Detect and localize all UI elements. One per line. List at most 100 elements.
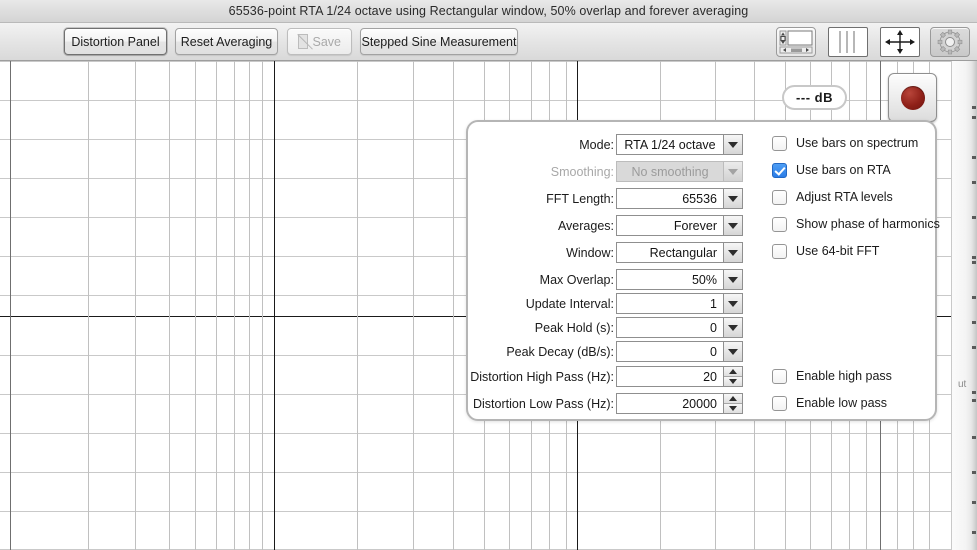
setting-label-window: Window:	[566, 245, 614, 260]
strip-tick	[972, 256, 976, 259]
strip-tick	[972, 436, 976, 439]
checkbox-use-bars-on-rta[interactable]: Use bars on RTA	[772, 160, 891, 180]
peak-hold-chevron-down-icon[interactable]	[724, 317, 743, 338]
main-toolbar: Distortion Panel Reset Averaging Save St…	[0, 23, 977, 61]
window-dropdown[interactable]: Rectangular	[616, 242, 743, 263]
strip-tick	[972, 399, 976, 402]
distortion-low-pass-increment-icon[interactable]	[724, 394, 742, 403]
gear-icon[interactable]	[930, 27, 970, 57]
setting-label-distortion-low-pass: Distortion Low Pass (Hz):	[472, 396, 614, 411]
update-interval-chevron-down-icon[interactable]	[724, 293, 743, 314]
update-interval-dropdown-value: 1	[616, 293, 724, 314]
checkbox-label: Enable high pass	[796, 369, 892, 383]
distortion-low-pass-decrement-icon[interactable]	[724, 403, 742, 413]
fft-length-chevron-down-icon[interactable]	[724, 188, 743, 209]
setting-label-averages: Averages:	[557, 218, 614, 233]
settings-fields-column: Mode: RTA 1/24 octave Smoothing: No smoo…	[468, 122, 758, 419]
strip-tick	[972, 156, 976, 159]
fit-width-icon[interactable]	[880, 27, 920, 57]
peak-decay-dropdown[interactable]: 0	[616, 341, 743, 362]
mode-dropdown-value: RTA 1/24 octave	[616, 134, 724, 155]
checkbox-use-64-bit-fft[interactable]: Use 64-bit FFT	[772, 241, 879, 261]
strip-tick	[972, 471, 976, 474]
max-overlap-dropdown[interactable]: 50%	[616, 269, 743, 290]
distortion-high-pass-spinner[interactable]	[724, 366, 743, 387]
columns-icon[interactable]	[828, 27, 868, 57]
checkbox-label: Use 64-bit FFT	[796, 244, 880, 258]
save-icon	[298, 34, 308, 49]
window-title: 65536-point RTA 1/24 octave using Rectan…	[228, 4, 749, 18]
checkbox-label: Use bars on spectrum	[796, 136, 919, 150]
averages-dropdown-value: Forever	[616, 215, 724, 236]
setting-row-max-overlap: Max Overlap: 50%	[468, 268, 758, 291]
distortion-panel-button[interactable]: Distortion Panel	[64, 28, 167, 55]
fft-length-dropdown-value: 65536	[616, 188, 724, 209]
scroll-controls-icon[interactable]	[776, 27, 816, 57]
checkbox-adjust-rta-levels[interactable]: Adjust RTA levels	[772, 187, 893, 207]
setting-label-update-interval: Update Interval:	[525, 296, 614, 311]
setting-label-smoothing: Smoothing:	[550, 164, 614, 179]
setting-label-distortion-high-pass: Distortion High Pass (Hz):	[470, 369, 614, 384]
distortion-high-pass-increment-icon[interactable]	[724, 367, 742, 376]
reset-averaging-label: Reset Averaging	[180, 34, 273, 49]
setting-label-fft-length: FFT Length:	[546, 191, 614, 206]
right-edge-panel[interactable]: ut	[951, 61, 977, 550]
averages-chevron-down-icon[interactable]	[724, 215, 743, 236]
window-chevron-down-icon[interactable]	[724, 242, 743, 263]
distortion-low-pass-value[interactable]: 20000	[616, 393, 724, 414]
distortion-low-pass-stepper[interactable]: 20000	[616, 393, 743, 414]
mode-dropdown-chevron-down-icon[interactable]	[724, 134, 743, 155]
mode-dropdown[interactable]: RTA 1/24 octave	[616, 134, 743, 155]
averages-dropdown[interactable]: Forever	[616, 215, 743, 236]
checkbox-box-icon[interactable]	[772, 189, 787, 205]
checkbox-label: Use bars on RTA	[796, 163, 891, 177]
checkbox-box-icon[interactable]	[772, 216, 787, 232]
fft-length-dropdown[interactable]: 65536	[616, 188, 743, 209]
peak-decay-chevron-down-icon[interactable]	[724, 341, 743, 362]
smoothing-dropdown-chevron-down-icon	[724, 161, 743, 182]
strip-tick	[972, 116, 976, 119]
distortion-low-pass-spinner[interactable]	[724, 393, 743, 414]
record-dot-icon	[900, 85, 925, 110]
checkbox-use-bars-on-spectrum[interactable]: Use bars on spectrum	[772, 133, 918, 153]
checkbox-label: Show phase of harmonics	[796, 217, 940, 231]
peak-hold-dropdown[interactable]: 0	[616, 317, 743, 338]
checkbox-label: Enable low pass	[796, 396, 888, 410]
save-button: Save	[287, 28, 352, 55]
strip-tick	[972, 296, 976, 299]
checkbox-show-phase-of-harmonics[interactable]: Show phase of harmonics	[772, 214, 940, 234]
checkbox-enable-high-pass[interactable]: Enable high pass	[772, 366, 892, 386]
checkbox-box-icon[interactable]	[772, 368, 787, 384]
checkbox-box-icon[interactable]	[772, 395, 787, 411]
reset-averaging-button[interactable]: Reset Averaging	[175, 28, 278, 55]
db-readout-value: --- dB	[796, 90, 833, 105]
strip-tick	[972, 106, 976, 109]
stepped-sine-measurement-button[interactable]: Stepped Sine Measurement	[360, 28, 518, 55]
setting-label-peak-decay: Peak Decay (dB/s):	[506, 344, 614, 359]
checkbox-enable-low-pass[interactable]: Enable low pass	[772, 393, 887, 413]
max-overlap-dropdown-value: 50%	[616, 269, 724, 290]
strip-tick	[972, 321, 976, 324]
checkbox-box-icon[interactable]	[772, 243, 787, 259]
update-interval-dropdown[interactable]: 1	[616, 293, 743, 314]
record-button[interactable]	[888, 73, 937, 122]
setting-row-smoothing: Smoothing: No smoothing	[468, 160, 758, 183]
strip-partial-text: ut	[958, 379, 967, 390]
strip-tick	[972, 261, 976, 264]
checkbox-box-icon[interactable]	[772, 135, 787, 151]
peak-hold-dropdown-value: 0	[616, 317, 724, 338]
window-dropdown-value: Rectangular	[616, 242, 724, 263]
app-window: 65536-point RTA 1/24 octave using Rectan…	[0, 0, 977, 550]
strip-tick	[972, 346, 976, 349]
distortion-high-pass-value[interactable]: 20	[616, 366, 724, 387]
setting-label-mode: Mode:	[579, 137, 614, 152]
max-overlap-chevron-down-icon[interactable]	[724, 269, 743, 290]
distortion-panel-label: Distortion Panel	[71, 34, 160, 49]
setting-row-mode: Mode: RTA 1/24 octave	[468, 133, 758, 156]
setting-row-averages: Averages: Forever	[468, 214, 758, 237]
distortion-high-pass-decrement-icon[interactable]	[724, 376, 742, 386]
checkbox-box-checked-icon[interactable]	[772, 162, 787, 178]
distortion-high-pass-stepper[interactable]: 20	[616, 366, 743, 387]
window-titlebar: 65536-point RTA 1/24 octave using Rectan…	[0, 0, 977, 23]
setting-row-distortion-low-pass: Distortion Low Pass (Hz): 20000	[468, 392, 758, 415]
